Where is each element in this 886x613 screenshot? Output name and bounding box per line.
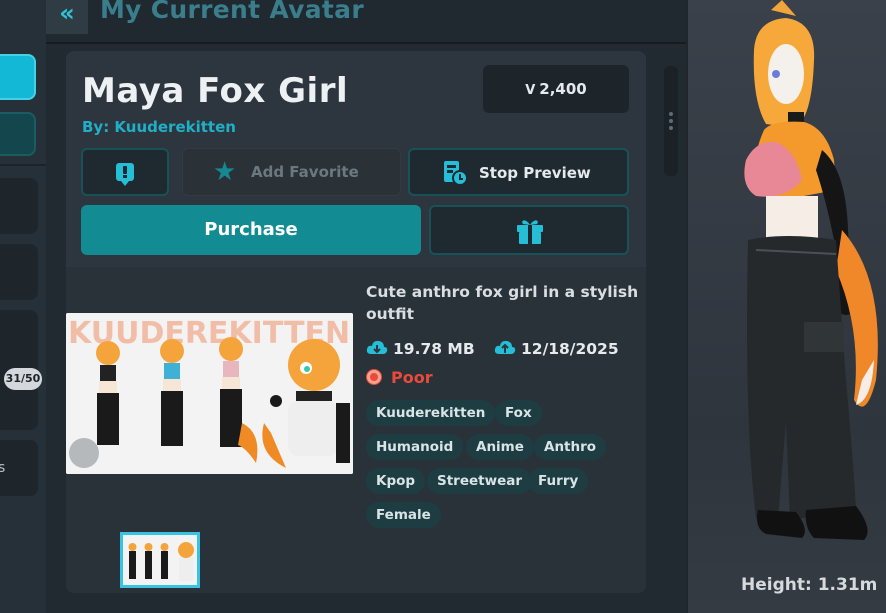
upload-date: 12/18/2025: [494, 339, 619, 358]
avatar-description: Cute anthro fox girl in a stylish outfit: [366, 283, 639, 323]
gift-icon: [517, 220, 543, 244]
star-icon: ★: [213, 157, 237, 187]
cloud-upload-icon: [494, 340, 516, 354]
main-panel: « My Current Avatar Maya Fox Girl By: Ku…: [46, 0, 686, 613]
performance-label: Poor: [391, 368, 433, 387]
tag[interactable]: Anthro: [534, 434, 607, 460]
scroll-grip-dot: [669, 126, 673, 130]
performance-rating: Poor: [367, 368, 433, 387]
sidebar-edge-text: s: [0, 460, 6, 476]
tag[interactable]: Kuuderekitten: [366, 400, 496, 426]
tag[interactable]: Fox: [495, 400, 542, 426]
tag[interactable]: Kpop: [366, 468, 426, 494]
avatar-thumbnail[interactable]: KUUDEREKITTEN: [66, 313, 353, 474]
upload-date-value: 12/18/2025: [521, 340, 619, 358]
thumbnail-selector[interactable]: [120, 532, 200, 588]
currency-icon: V: [525, 83, 536, 98]
tag[interactable]: Humanoid: [366, 434, 464, 460]
tag[interactable]: Female: [366, 502, 441, 528]
thumbnail-small-image: [123, 535, 197, 585]
gift-button[interactable]: [429, 205, 629, 255]
scroll-grip-dot: [669, 119, 673, 123]
price-value: 2,400: [539, 80, 587, 98]
add-favorite-label: Add Favorite: [251, 163, 359, 181]
sidebar-card[interactable]: [0, 440, 38, 496]
page-title: My Current Avatar: [100, 0, 364, 24]
sidebar-card[interactable]: [0, 178, 38, 234]
left-sidebar: 31/50 s: [0, 0, 46, 613]
price-display: V 2,400: [483, 65, 629, 113]
avatar-3d-preview: [744, 0, 878, 540]
cloud-download-icon: [366, 340, 388, 354]
tag[interactable]: Streetwear: [427, 468, 532, 494]
title-bar: « My Current Avatar: [46, 0, 686, 44]
scroll-grip-dot: [669, 112, 673, 116]
back-button[interactable]: «: [46, 0, 88, 34]
performance-poor-icon: [367, 370, 381, 384]
scrollbar[interactable]: [664, 66, 678, 176]
thumbnail-image: KUUDEREKITTEN: [66, 313, 353, 474]
tag[interactable]: Anime: [466, 434, 534, 460]
purchase-button[interactable]: Purchase: [81, 205, 421, 255]
avatar-details-card: Maya Fox Girl By: Kuuderekitten V 2,400 ★…: [66, 51, 646, 593]
file-size: 19.78 MB: [366, 339, 475, 358]
author-link[interactable]: By: Kuuderekitten: [82, 118, 236, 136]
sidebar-button[interactable]: [0, 112, 36, 156]
report-button[interactable]: [81, 148, 169, 196]
avatar-height-label: Height: 1.31m: [741, 575, 878, 595]
sidebar-active-button[interactable]: [0, 54, 36, 100]
avatar-preview-pane: Height: 1.31m: [686, 0, 886, 613]
avatar-name: Maya Fox Girl: [82, 71, 349, 111]
report-icon: [116, 163, 134, 186]
sidebar-divider: [0, 164, 46, 166]
add-favorite-button[interactable]: ★ Add Favorite: [182, 148, 401, 196]
sidebar-card[interactable]: [0, 244, 38, 300]
tag[interactable]: Furry: [528, 468, 589, 494]
file-size-value: 19.78 MB: [393, 340, 475, 358]
stop-preview-label: Stop Preview: [479, 164, 591, 182]
stop-preview-icon: [444, 161, 468, 186]
stop-preview-button[interactable]: Stop Preview: [408, 148, 629, 196]
slot-counter: 31/50: [4, 368, 42, 390]
